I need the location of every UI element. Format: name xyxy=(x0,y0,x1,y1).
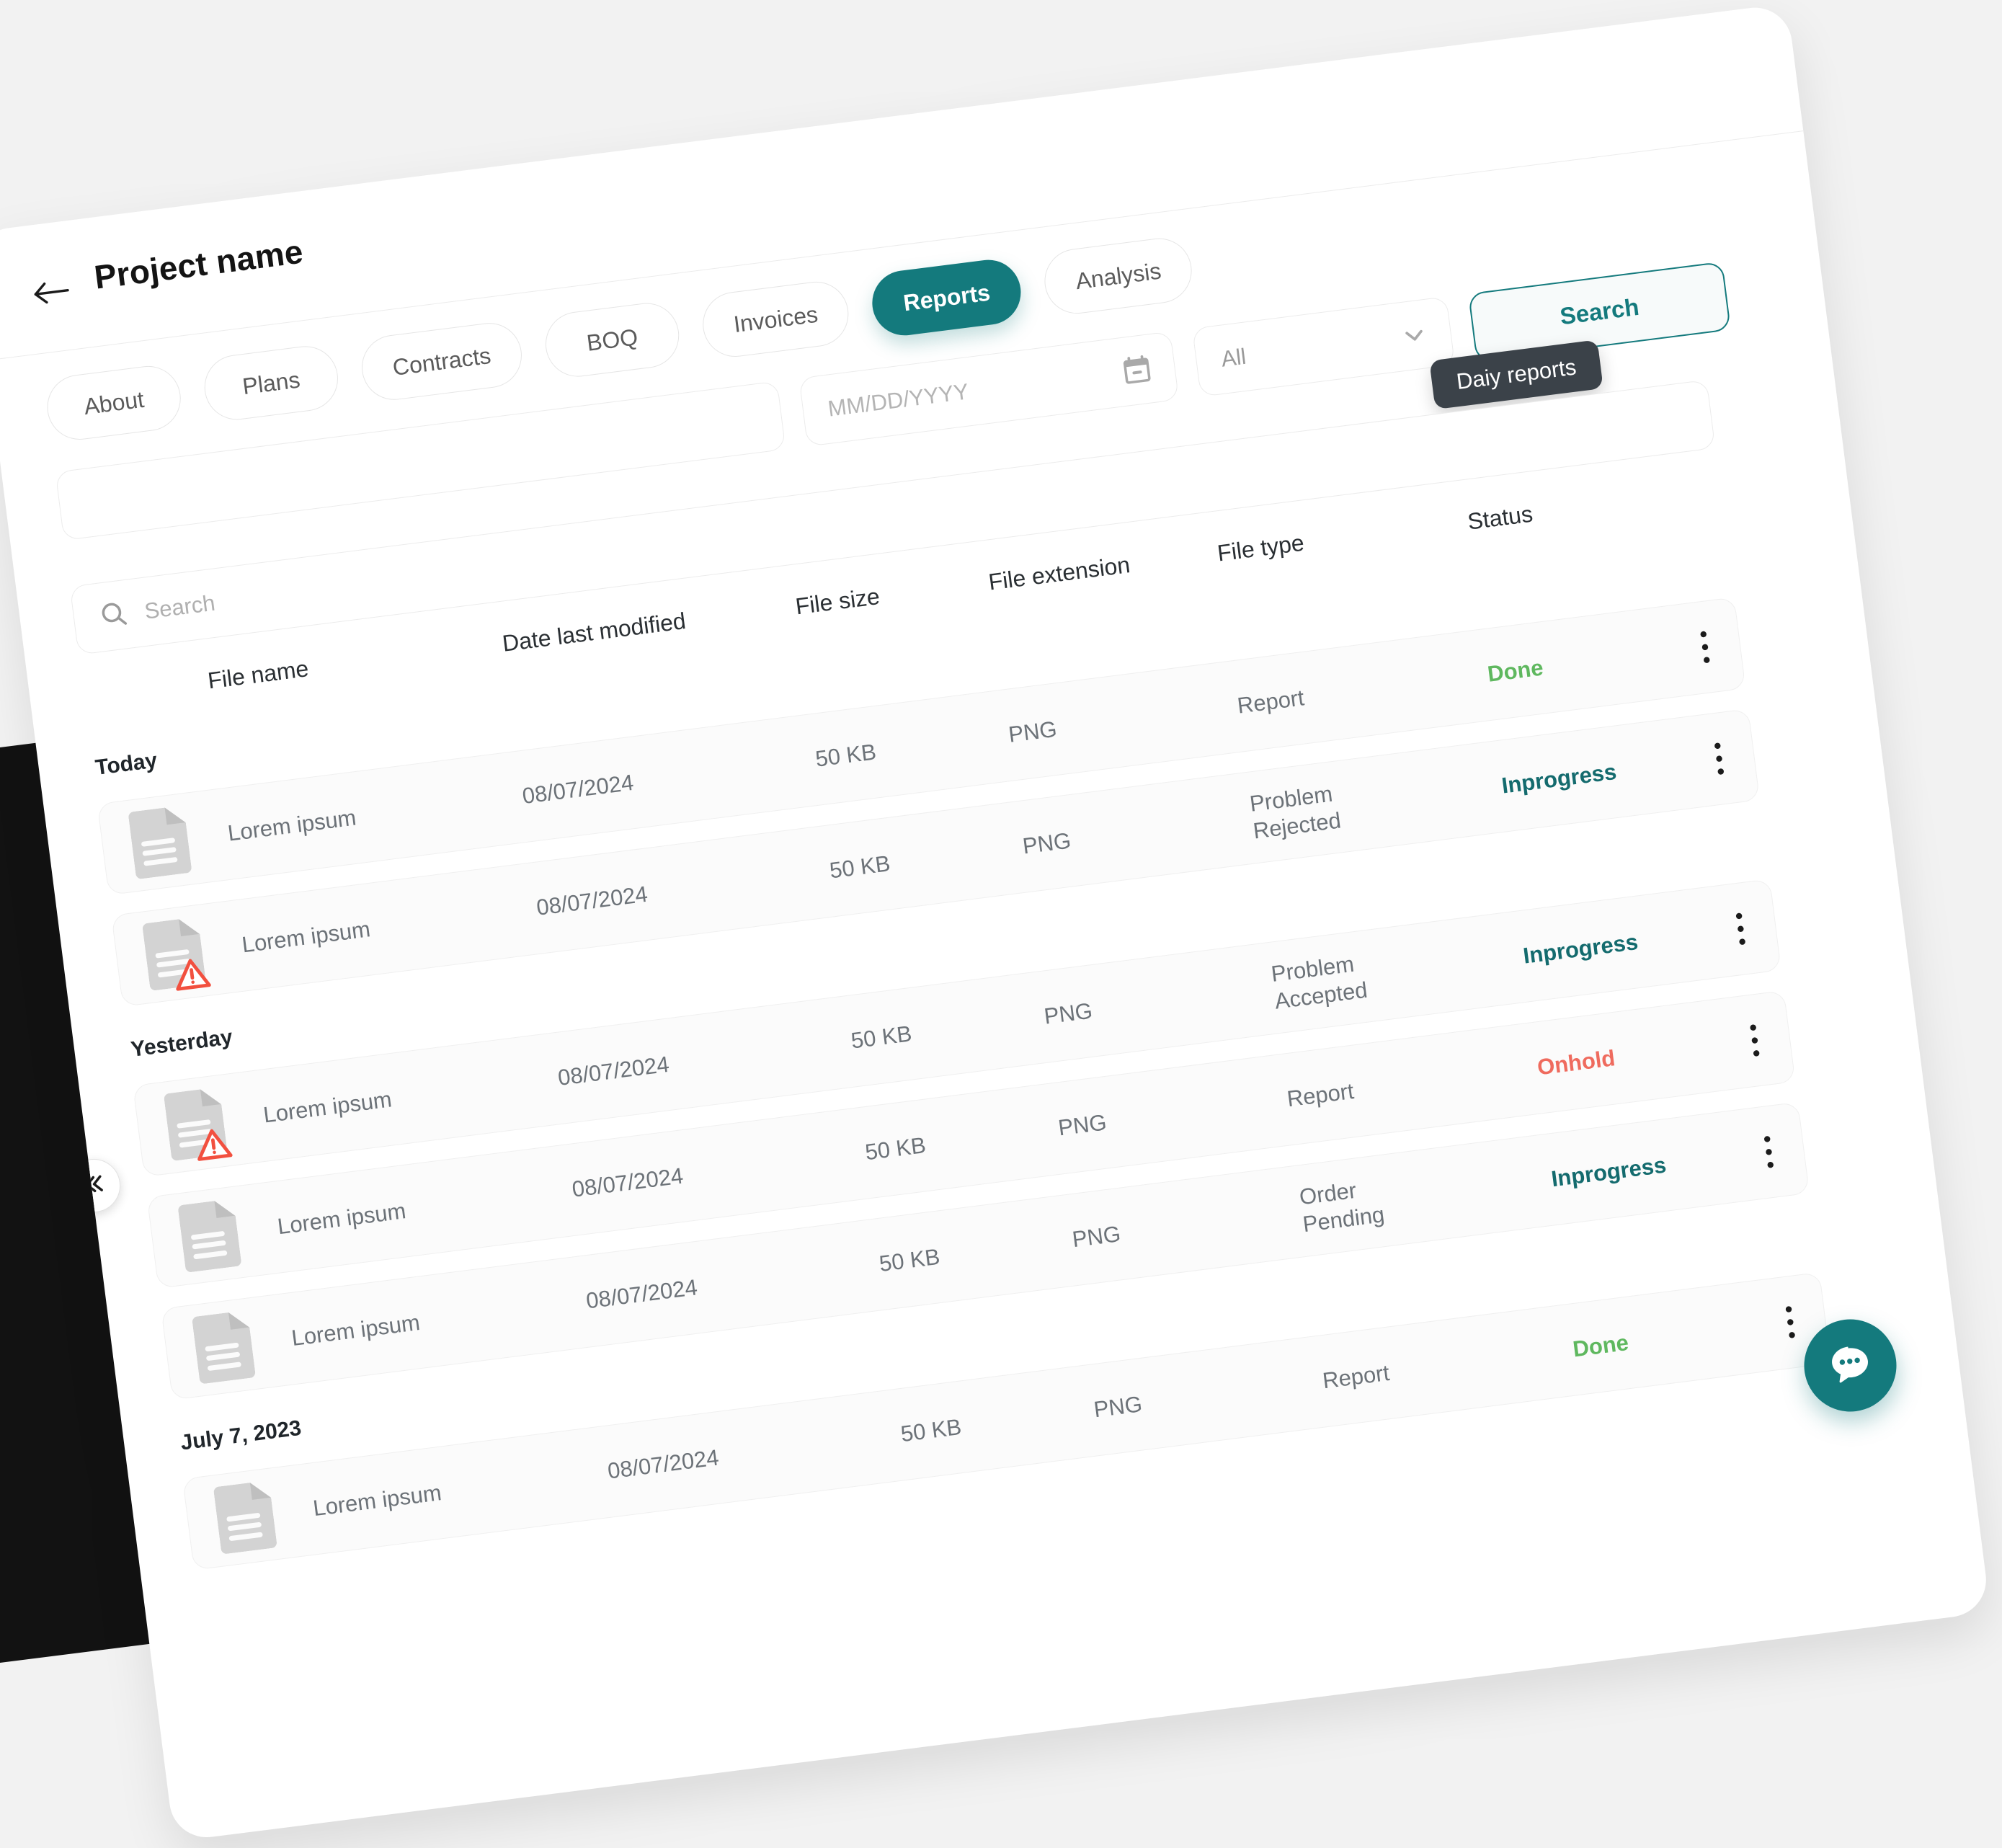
row-menu-button[interactable] xyxy=(1712,740,1725,777)
page-title: Project name xyxy=(92,232,306,297)
cell-file-size: 50 KB xyxy=(828,850,891,884)
cell-file-name: Lorem ipsum xyxy=(290,1310,422,1351)
cell-date-modified: 08/07/2024 xyxy=(535,881,649,921)
nav-tab-label: BOQ xyxy=(585,324,639,357)
nav-tab-invoices[interactable]: Invoices xyxy=(699,278,853,361)
cell-status: Onhold xyxy=(1536,1045,1616,1080)
cell-file-size: 50 KB xyxy=(814,739,878,772)
row-menu-button[interactable] xyxy=(1784,1304,1797,1341)
cell-file-type: OrderPending xyxy=(1298,1173,1386,1238)
cell-date-modified: 08/07/2024 xyxy=(521,770,635,809)
column-header-file-extension[interactable]: File extension xyxy=(987,551,1132,595)
back-button[interactable] xyxy=(30,275,74,312)
chevrons-left-icon xyxy=(78,1168,109,1202)
row-menu-button[interactable] xyxy=(1762,1134,1775,1170)
cell-file-size: 50 KB xyxy=(878,1244,941,1277)
cell-status: Inprogress xyxy=(1550,1152,1668,1192)
row-menu-button[interactable] xyxy=(1699,628,1712,665)
file-icon-with-warning xyxy=(142,917,206,991)
cell-date-modified: 08/07/2024 xyxy=(571,1163,685,1203)
arrow-left-icon xyxy=(30,277,73,311)
cell-file-name: Lorem ipsum xyxy=(311,1480,442,1522)
app-card: Project name About Plans Contracts BOQ Invoi… xyxy=(0,4,1990,1842)
cell-file-size: 50 KB xyxy=(899,1414,963,1447)
cell-file-type: ProblemAccepted xyxy=(1270,949,1369,1015)
cell-file-size: 50 KB xyxy=(863,1132,927,1165)
nav-tab-label: Invoices xyxy=(732,301,819,337)
status-filter-value: All xyxy=(1219,344,1247,373)
calendar-icon[interactable] xyxy=(1119,352,1155,388)
cell-file-extension: PNG xyxy=(1071,1221,1122,1253)
date-filter-input[interactable]: MM/DD/YYYY xyxy=(798,331,1179,446)
tooltip-text: Daiy reports xyxy=(1455,354,1578,394)
nav-tab-boq[interactable]: BOQ xyxy=(542,299,683,381)
cell-status: Inprogress xyxy=(1522,929,1640,969)
cell-file-name: Lorem ipsum xyxy=(276,1198,407,1240)
cell-file-extension: PNG xyxy=(1021,827,1072,859)
cell-file-name: Lorem ipsum xyxy=(226,804,357,846)
column-header-file-size[interactable]: File size xyxy=(794,583,881,620)
sidebar-collapse-button[interactable] xyxy=(64,1156,124,1216)
file-icon xyxy=(128,805,192,879)
column-header-date-last-modified[interactable]: Date last modified xyxy=(501,608,688,657)
search-button-label: Search xyxy=(1559,293,1641,330)
file-icon xyxy=(213,1480,277,1555)
row-menu-button[interactable] xyxy=(1734,910,1747,947)
nav-tab-contracts[interactable]: Contracts xyxy=(358,319,525,404)
nav-tab-label: Reports xyxy=(902,279,992,316)
column-header-file-type[interactable]: File type xyxy=(1216,530,1306,567)
nav-tab-label: Plans xyxy=(241,366,301,400)
nav-tab-about[interactable]: About xyxy=(43,363,184,444)
status-filter-select[interactable]: All xyxy=(1192,296,1455,397)
table-search-placeholder: Search xyxy=(143,590,217,625)
cell-file-size: 50 KB xyxy=(850,1021,913,1054)
warning-triangle-icon xyxy=(172,955,213,992)
date-filter-placeholder: MM/DD/YYYY xyxy=(827,378,970,422)
nav-tab-plans[interactable]: Plans xyxy=(200,342,342,424)
chevron-down-icon[interactable] xyxy=(1398,319,1431,352)
cell-date-modified: 08/07/2024 xyxy=(556,1052,670,1091)
cell-file-name: Lorem ipsum xyxy=(241,916,372,958)
cell-file-extension: PNG xyxy=(1056,1109,1108,1141)
nav-tab-label: Contracts xyxy=(391,342,492,381)
group-label: Yesterday xyxy=(130,1025,234,1062)
cell-file-type: Report xyxy=(1236,685,1306,719)
group-label: July 7, 2023 xyxy=(179,1416,303,1456)
cell-file-type: ProblemRejected xyxy=(1248,780,1343,845)
file-icon-with-warning xyxy=(164,1087,228,1161)
cell-date-modified: 08/07/2024 xyxy=(584,1274,698,1314)
cell-file-extension: PNG xyxy=(1043,998,1094,1030)
search-button[interactable]: Search xyxy=(1468,262,1731,363)
chat-bubble-icon xyxy=(1823,1337,1877,1394)
cell-status: Done xyxy=(1571,1330,1629,1362)
nav-tab-label: Analysis xyxy=(1074,257,1162,295)
group-label: Today xyxy=(94,748,159,781)
column-header-status[interactable]: Status xyxy=(1466,501,1534,536)
cell-file-name: Lorem ipsum xyxy=(262,1086,393,1128)
cell-file-extension: PNG xyxy=(1007,716,1058,748)
warning-triangle-icon xyxy=(192,1125,233,1163)
file-icon xyxy=(192,1310,256,1385)
nav-tab-label: About xyxy=(82,386,146,419)
cell-file-type: Report xyxy=(1321,1360,1391,1394)
cell-date-modified: 08/07/2024 xyxy=(606,1444,720,1484)
search-icon xyxy=(97,597,131,634)
nav-tab-analysis[interactable]: Analysis xyxy=(1041,234,1196,317)
file-icon xyxy=(177,1199,241,1273)
cell-status: Done xyxy=(1486,654,1544,687)
cell-file-type: Report xyxy=(1286,1078,1356,1112)
nav-tab-reports[interactable]: Reports xyxy=(868,256,1025,339)
cell-file-extension: PNG xyxy=(1093,1391,1144,1423)
row-menu-button[interactable] xyxy=(1748,1022,1761,1059)
cell-status: Inprogress xyxy=(1500,759,1618,799)
column-header-file-name[interactable]: File name xyxy=(206,655,310,694)
rotated-card-wrapper: Project name About Plans Contracts BOQ Invoi… xyxy=(0,0,2002,1721)
